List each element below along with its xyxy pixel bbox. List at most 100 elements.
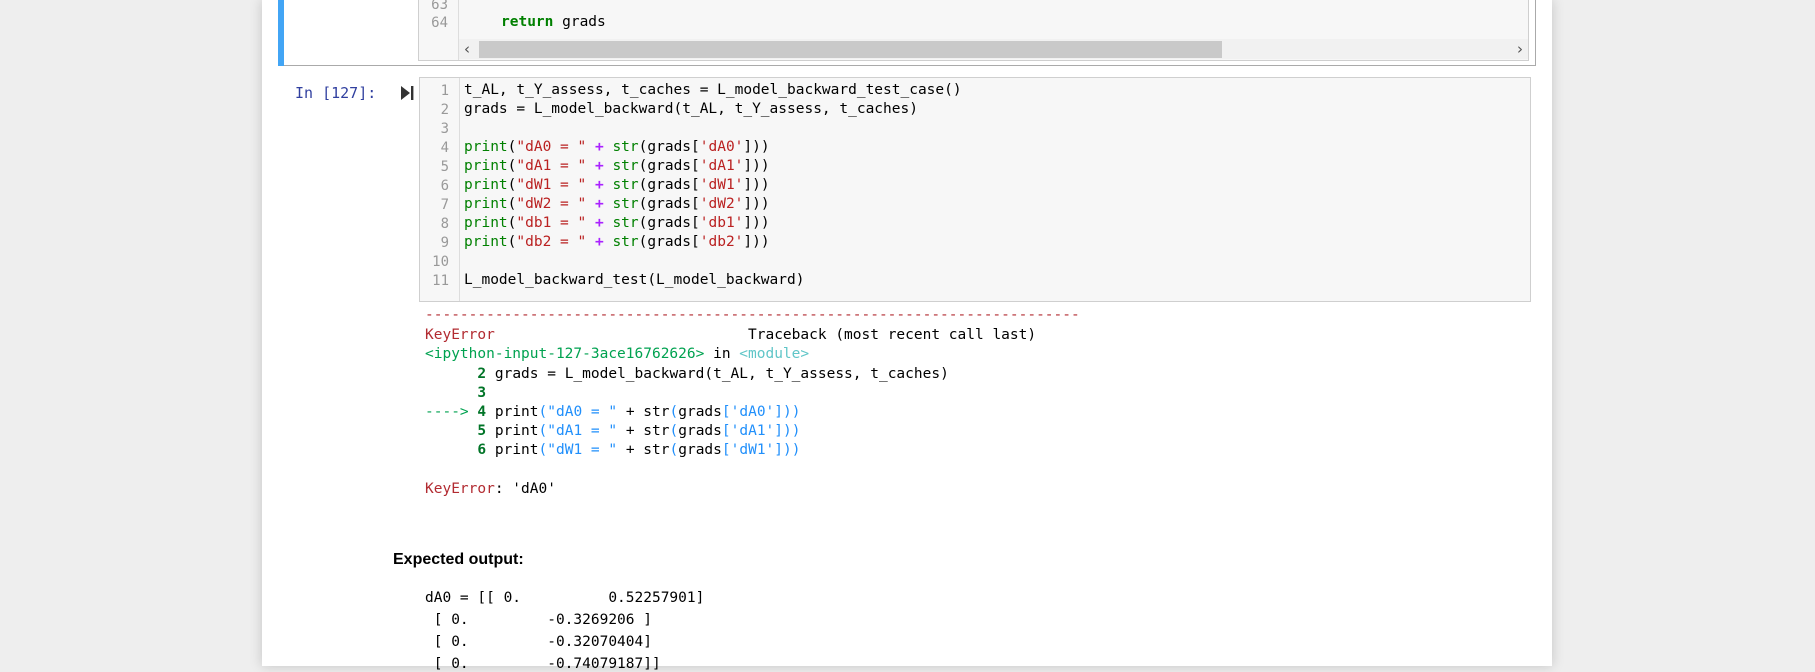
code-builtin: str: [612, 177, 639, 193]
code-text: grads: [647, 177, 692, 193]
expected-output-line: [ 0. -0.74079187]]: [425, 656, 661, 672]
line-number: 10: [432, 254, 449, 270]
traceback-line-number: 4: [477, 404, 487, 420]
code-builtin: print: [464, 234, 508, 250]
traceback-line: 5 print("dA1 = " + str(grads['dA1'])): [477, 423, 801, 439]
error-name: KeyError: [425, 481, 495, 497]
code-operator: +: [594, 215, 604, 231]
code-string: "db2 = ": [516, 234, 587, 250]
error-name: KeyError: [425, 327, 495, 343]
traceback-text: in: [704, 346, 740, 362]
traceback-code: print: [494, 442, 539, 458]
notebook-page: 63 64 return grads ‹ › In [127]: 1 2 3 4…: [262, 0, 1552, 672]
code-string: "dW1 = ": [516, 177, 587, 193]
code-line: print("dW1 = " + str(grads['dW1'])): [464, 177, 770, 193]
traceback-line-number: 5: [477, 423, 487, 439]
line-number: 4: [440, 140, 449, 156]
expected-output-line: dA0 = [[ 0. 0.52257901]: [425, 590, 705, 606]
code-string: "dA0 = ": [516, 139, 587, 155]
traceback-string: "dA0 = ": [547, 404, 618, 420]
traceback-line-number: 2: [477, 366, 487, 382]
code-string: "dW2 = ": [516, 196, 587, 212]
code-line: print("db1 = " + str(grads['db1'])): [464, 215, 770, 231]
code-operator: +: [594, 139, 604, 155]
code-builtin: str: [612, 139, 639, 155]
line-number: 8: [440, 216, 449, 232]
code-text: grads: [647, 215, 692, 231]
line-number: 9: [440, 235, 449, 251]
code-operator: +: [594, 234, 604, 250]
traceback-string: "dA1 = ": [547, 423, 618, 439]
code-line: print("db2 = " + str(grads['db2'])): [464, 234, 770, 250]
line-number: 7: [440, 197, 449, 213]
previous-code-editor[interactable]: 63 64 return grads ‹ ›: [418, 0, 1529, 61]
code-text: grads: [647, 139, 692, 155]
code-string: 'dW2': [699, 196, 744, 212]
code-text: grads: [553, 14, 606, 30]
input-reference: <ipython-input-127-3ace16762626>: [425, 346, 705, 362]
code-line: return grads: [501, 14, 606, 30]
code-text: grads: [647, 234, 692, 250]
code-string: 'dA1': [699, 158, 744, 174]
module-reference: <module>: [739, 346, 810, 362]
traceback-operator: +: [625, 423, 635, 439]
code-builtin: str: [612, 196, 639, 212]
code-operator: +: [594, 196, 604, 212]
line-number: 11: [432, 273, 449, 289]
line-number-gutter: 1 2 3 4 5 6 7 8 9 10 11: [420, 78, 460, 301]
code-text: grads: [647, 158, 692, 174]
traceback-line-number: 3: [477, 385, 487, 401]
traceback-separator: ----------------------------------------…: [425, 307, 1080, 323]
code-operator: +: [594, 177, 604, 193]
code-builtin: str: [612, 234, 639, 250]
traceback-code: str: [643, 442, 670, 458]
run-cell-icon[interactable]: [400, 85, 414, 101]
code-line: print("dA0 = " + str(grads['dA0'])): [464, 139, 770, 155]
code-line: print("dW2 = " + str(grads['dW2'])): [464, 196, 770, 212]
code-line: print("dA1 = " + str(grads['dA1'])): [464, 158, 770, 174]
traceback-code: print: [494, 404, 539, 420]
scroll-right-icon[interactable]: ›: [1517, 39, 1523, 59]
traceback-location: <ipython-input-127-3ace16762626> in <mod…: [425, 346, 809, 362]
code-builtin: str: [612, 158, 639, 174]
code-string: 'db1': [699, 215, 744, 231]
error-value: : 'dA0': [494, 481, 556, 497]
traceback-code: grads = L_model_backward(t_AL, t_Y_asses…: [494, 366, 949, 382]
line-number: 1: [440, 83, 449, 99]
traceback-code: grads: [678, 404, 722, 420]
code-text: grads: [647, 196, 692, 212]
code-string: 'dW1': [699, 177, 744, 193]
code-builtin: str: [612, 215, 639, 231]
code-string: 'db2': [699, 234, 744, 250]
line-number: 6: [440, 178, 449, 194]
code-builtin: print: [464, 196, 508, 212]
traceback-line: ----> 4 print("dA0 = " + str(grads['dA0'…: [425, 404, 801, 420]
traceback-string: 'dA0': [730, 404, 775, 420]
line-number: 64: [431, 15, 448, 31]
expected-output-heading: Expected output:: [393, 551, 524, 568]
code-builtin: print: [464, 177, 508, 193]
scrollbar-thumb[interactable]: [479, 41, 1222, 58]
line-number: 63: [431, 0, 448, 13]
input-prompt: In [127]:: [295, 84, 377, 102]
traceback-line: 3: [425, 385, 486, 401]
code-builtin: print: [464, 158, 508, 174]
traceback-arrow: ---->: [425, 404, 469, 420]
line-number: 5: [440, 159, 449, 175]
expected-output-line: [ 0. -0.32070404]: [425, 634, 652, 650]
code-builtin: print: [464, 139, 508, 155]
traceback-code: str: [643, 423, 670, 439]
traceback-operator: +: [625, 404, 635, 420]
cell-selection-bar: [278, 0, 284, 66]
traceback-title: Traceback (most recent call last): [748, 327, 1037, 343]
code-string: "db1 = ": [516, 215, 587, 231]
code-line: t_AL, t_Y_assess, t_caches = L_model_bac…: [464, 82, 962, 98]
previous-code-cell[interactable]: 63 64 return grads ‹ ›: [278, 0, 1536, 66]
scroll-left-icon[interactable]: ‹: [464, 39, 470, 59]
traceback-code: grads: [678, 423, 722, 439]
traceback-line-number: 6: [477, 442, 487, 458]
code-editor[interactable]: 1 2 3 4 5 6 7 8 9 10 11 t_AL, t_Y_assess…: [419, 77, 1531, 302]
traceback-header: KeyError Traceback (most recent call las…: [425, 327, 1036, 343]
code-builtin: print: [464, 215, 508, 231]
horizontal-scrollbar[interactable]: ‹ ›: [459, 39, 1528, 59]
